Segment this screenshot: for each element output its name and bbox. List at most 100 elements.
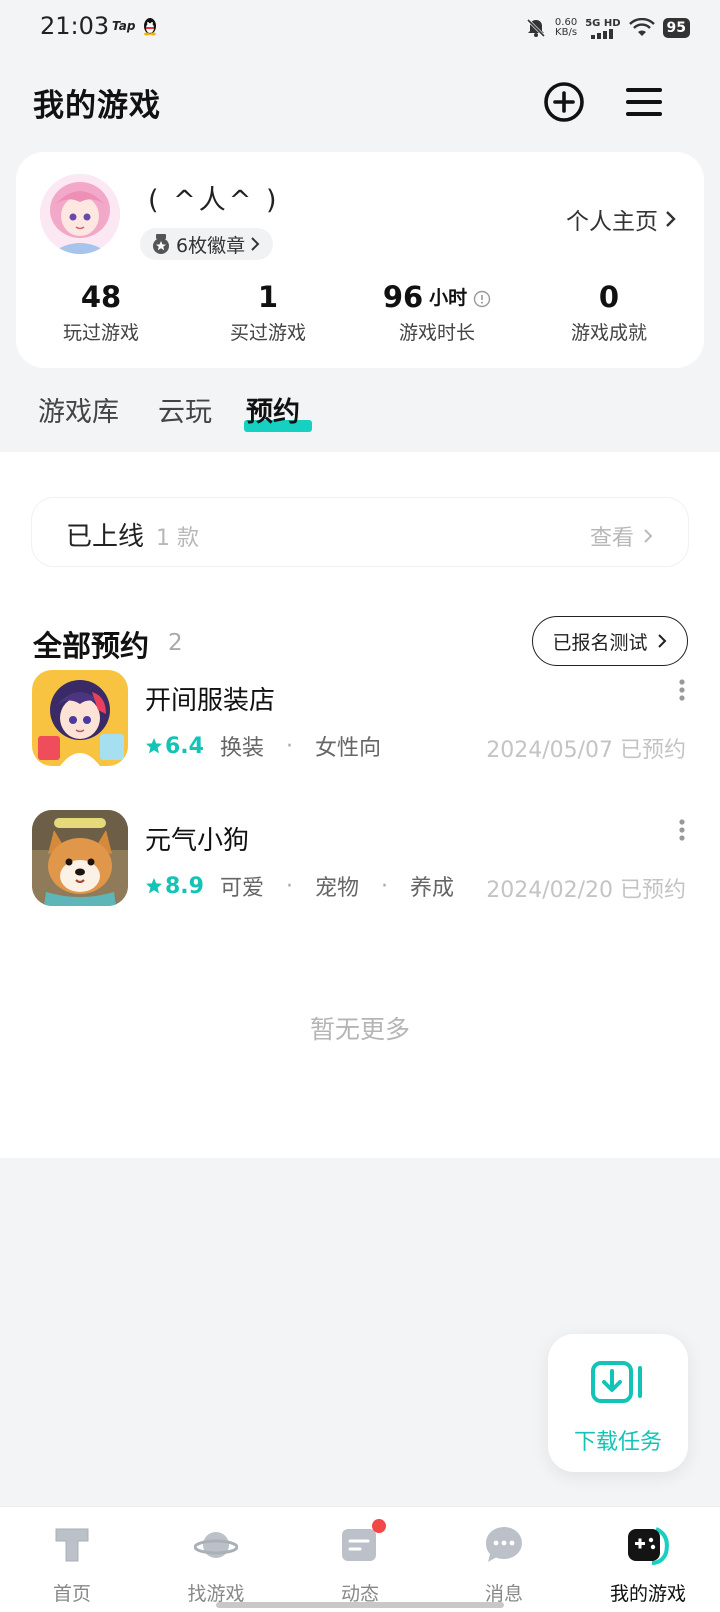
stat-value: 96 (382, 280, 424, 314)
nav-home[interactable]: 首页 (0, 1507, 144, 1612)
registered-test-label: 已报名测试 (552, 631, 648, 654)
game-meta: 8.9 可爱 · 宠物 · 养成 (145, 870, 454, 902)
reserved-game-row[interactable]: 开间服装店 6.4 换装 · 女性向 2024/05/07 已预约 (0, 670, 720, 780)
game-icon[interactable] (32, 670, 128, 766)
score-value: 6.4 (165, 733, 204, 759)
mute-bell-icon (526, 18, 545, 38)
status-time: 21:03 (40, 12, 110, 40)
avatar[interactable] (40, 174, 120, 254)
wifi-icon (628, 18, 655, 36)
chevron-right-icon (644, 529, 653, 543)
game-name: 元气小狗 (145, 826, 250, 856)
star-icon (146, 878, 162, 894)
menu-icon[interactable] (622, 80, 666, 124)
battery-indicator: 95 (662, 18, 690, 38)
tag-separator: · (286, 873, 293, 899)
nav-label: 我的游戏 (609, 1583, 686, 1605)
home-icon (55, 1528, 89, 1562)
game-score: 8.9 (145, 874, 204, 899)
view-label: 查看 (589, 526, 634, 551)
score-value: 8.9 (165, 873, 204, 899)
game-icon[interactable] (32, 810, 128, 906)
online-view-link[interactable]: 查看 (590, 520, 654, 552)
qq-penguin-icon (144, 18, 156, 36)
online-count: 1 款 (156, 526, 199, 551)
nav-find-games[interactable]: 找游戏 (144, 1507, 288, 1612)
net-speed: 0.60 KB/s (555, 18, 577, 38)
game-name: 开间服装店 (145, 686, 276, 716)
reserved-game-row[interactable]: 元气小狗 8.9 可爱 · 宠物 · 养成 2024/02/20 已预约 (0, 810, 720, 920)
tab-game-library[interactable]: 游戏库 (38, 390, 119, 429)
status-right-icons: 0.60 KB/s 5G HD 95 (525, 14, 690, 42)
download-icon (591, 1361, 642, 1403)
stat-play-time[interactable]: 96 小时 游戏时长 (352, 274, 522, 345)
net-speed-unit: KB/s (555, 27, 578, 38)
message-icon (486, 1527, 522, 1562)
nav-label: 首页 (52, 1583, 91, 1605)
notification-dot (372, 1519, 386, 1533)
reservation-date: 2024/02/20 已预约 (486, 878, 686, 903)
registered-test-button[interactable]: 已报名测试 (532, 616, 688, 666)
stat-played-games[interactable]: 48 玩过游戏 (16, 274, 186, 345)
more-vertical-icon[interactable] (678, 818, 686, 842)
tag-separator: · (381, 873, 389, 899)
download-tasks-label: 下载任务 (573, 1430, 662, 1455)
nav-my-games[interactable]: 我的游戏 (576, 1507, 720, 1612)
signal-bars-icon (590, 28, 613, 39)
add-circle-icon[interactable] (542, 80, 586, 124)
bottom-nav: 首页 找游戏 动态 消息 我的游戏 (0, 1506, 720, 1612)
fashion-shop-game-icon (32, 670, 128, 766)
info-icon[interactable] (473, 290, 491, 308)
game-tag: 宠物 (315, 876, 360, 901)
section-title: 全部预约 (33, 629, 150, 663)
home-indicator (216, 1602, 504, 1608)
stat-bought-games[interactable]: 1 买过游戏 (183, 274, 353, 345)
game-tag: 女性向 (315, 736, 382, 761)
badge-count-label: 6枚徽章 (176, 234, 246, 257)
stat-label: 玩过游戏 (62, 322, 139, 344)
nav-feed[interactable]: 动态 (288, 1507, 432, 1612)
network-type: 5G HD (585, 17, 621, 29)
avatar-illustration (40, 174, 120, 254)
more-vertical-icon[interactable] (678, 678, 686, 702)
game-meta: 6.4 换装 · 女性向 (145, 730, 381, 762)
page-title: 我的游戏 (33, 88, 161, 124)
planet-icon (194, 1532, 238, 1558)
stat-label: 游戏成就 (570, 322, 647, 344)
game-score: 6.4 (145, 734, 204, 759)
profile-card: ( ^人^ ) 6枚徽章 个人主页 48 玩过游戏 1 买过游戏 96 小时 游… (16, 152, 704, 368)
online-games-bar[interactable]: 已上线 1 款 查看 (32, 498, 688, 566)
chevron-right-icon (251, 237, 260, 251)
stat-value: 1 (257, 280, 279, 314)
cell-signal: 5G HD (585, 17, 621, 39)
badge-pill[interactable]: 6枚徽章 (140, 228, 274, 260)
profile-home-link[interactable]: 个人主页 (566, 202, 678, 236)
online-title: 已上线 (66, 522, 145, 552)
medal-icon (153, 234, 169, 254)
download-tasks-button[interactable]: 下载任务 (548, 1334, 688, 1472)
chevron-right-icon (666, 211, 676, 227)
tab-reservations[interactable]: 预约 (246, 390, 300, 429)
tap-app-badge: Tap (112, 19, 136, 33)
stat-unit: 小时 (429, 287, 468, 309)
game-tag: 换装 (219, 736, 264, 761)
tab-cloud-play[interactable]: 云玩 (158, 390, 212, 429)
nav-messages[interactable]: 消息 (432, 1507, 576, 1612)
status-bar: 21:03 Tap 0.60 KB/s 5G HD 95 (0, 0, 720, 56)
gamepad-icon (628, 1527, 669, 1565)
nickname: ( ^人^ ) (148, 185, 280, 216)
shiba-dog-game-icon (32, 810, 128, 906)
game-tag: 可爱 (219, 876, 264, 901)
stat-label: 游戏时长 (398, 322, 475, 344)
star-icon (146, 738, 162, 754)
section-count: 2 (168, 630, 183, 656)
chevron-right-icon (657, 634, 666, 648)
game-tag: 养成 (410, 876, 455, 901)
empty-hint: 暂无更多 (309, 1015, 410, 1044)
stat-label: 买过游戏 (229, 322, 306, 344)
profile-home-label: 个人主页 (566, 209, 658, 235)
reservation-date: 2024/05/07 已预约 (486, 738, 686, 763)
stat-value: 0 (598, 280, 620, 314)
stat-achievements[interactable]: 0 游戏成就 (524, 274, 694, 345)
tag-separator: · (286, 733, 293, 759)
